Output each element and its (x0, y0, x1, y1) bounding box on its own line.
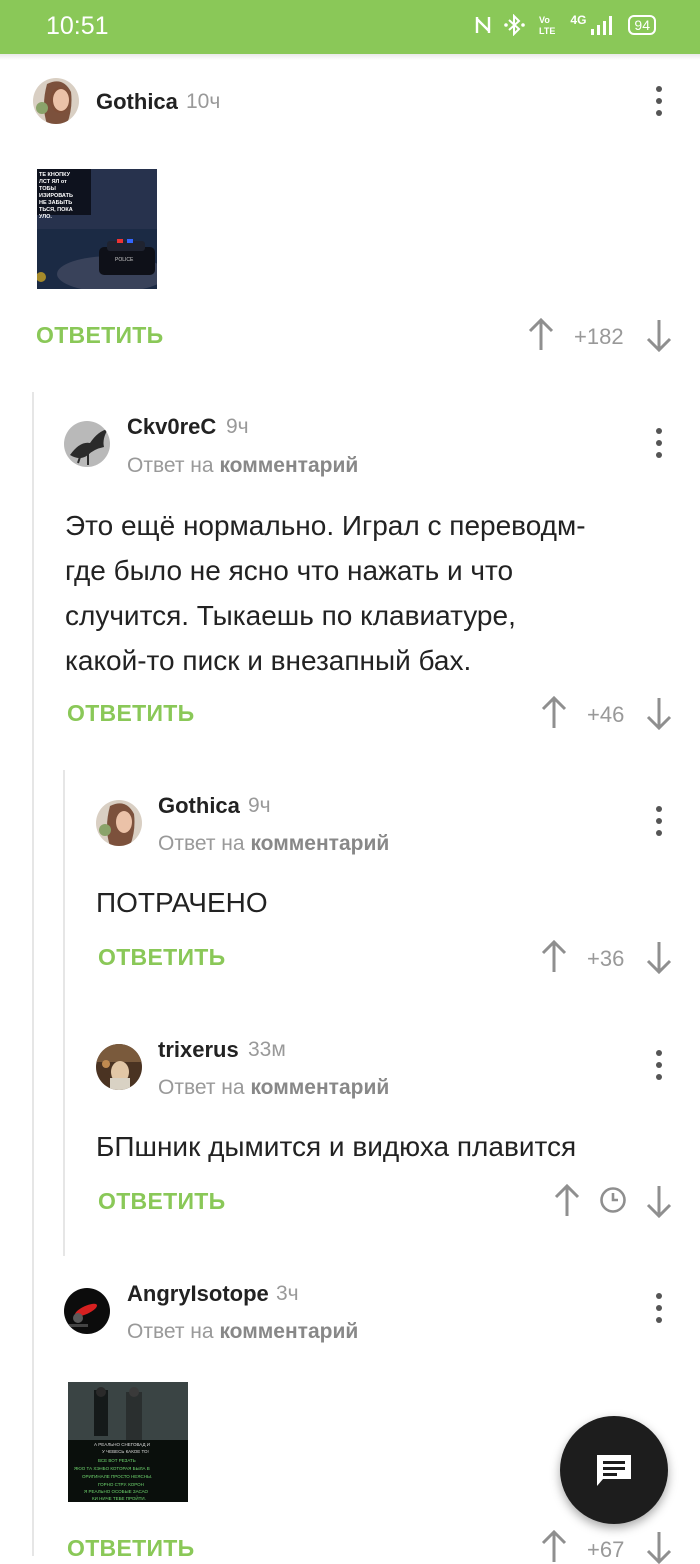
comment-time: 9ч (226, 415, 249, 438)
svg-text:У ЧЕВЕСЬ КАКОЕ ТО!: У ЧЕВЕСЬ КАКОЕ ТО! (102, 1449, 149, 1454)
comment-text-line: где было не ясно что нажать и что (65, 555, 514, 586)
avatar[interactable] (64, 421, 110, 467)
svg-text:LTE: LTE (539, 26, 555, 36)
downvote-arrow-icon[interactable] (645, 318, 673, 352)
avatar[interactable] (33, 78, 79, 124)
comment-icon (597, 1455, 631, 1486)
reply-to-prefix: Ответ на (158, 1076, 245, 1099)
signal-icon (591, 16, 613, 35)
reply-to[interactable]: Ответ на комментарий (127, 1320, 358, 1344)
reply-to-link[interactable]: комментарий (250, 1076, 389, 1099)
svg-text:НЕ ЗАБЫТЬ: НЕ ЗАБЫТЬ (39, 200, 72, 206)
reply-button[interactable]: ОТВЕТИТЬ (67, 1535, 194, 1562)
reply-to-link[interactable]: комментарий (219, 1320, 358, 1343)
comment-image[interactable]: А РЕАЛЬНО СНЕГОВАД И У ЧЕВЕСЬ КАКОЕ ТО! … (68, 1382, 188, 1502)
thread-line (63, 770, 65, 1256)
reply-to-prefix: Ответ на (127, 1320, 214, 1343)
comment-text-line: случится. Тыкаешь по клавиатуре, (65, 600, 516, 631)
downvote-arrow-icon[interactable] (645, 940, 673, 974)
comment-time: 9ч (248, 794, 271, 817)
upvote-arrow-icon[interactable] (527, 318, 555, 352)
reply-to-prefix: Ответ на (127, 454, 214, 477)
clock-icon (600, 1187, 626, 1213)
kebab-menu-icon[interactable] (654, 86, 664, 116)
avatar[interactable] (96, 800, 142, 846)
downvote-arrow-icon[interactable] (645, 696, 673, 730)
svg-text:А РЕАЛЬНО СНЕГОВАД И: А РЕАЛЬНО СНЕГОВАД И (94, 1442, 150, 1447)
upvote-arrow-icon[interactable] (540, 940, 568, 974)
status-icons: Vo LTE 4G 94 (474, 13, 656, 36)
reply-to-prefix: Ответ на (158, 832, 245, 855)
battery-indicator: 94 (628, 15, 656, 35)
reply-to[interactable]: Ответ на комментарий (158, 832, 389, 856)
status-time: 10:51 (46, 12, 109, 40)
svg-text:КИ НИЧЕ ТЕБЕ ПРОЙТИ.: КИ НИЧЕ ТЕБЕ ПРОЙТИ. (92, 1494, 146, 1501)
bluetooth-icon (504, 14, 526, 36)
svg-text:УЛО.: УЛО. (39, 214, 52, 220)
kebab-menu-icon[interactable] (654, 1050, 664, 1080)
downvote-arrow-icon[interactable] (645, 1530, 673, 1564)
svg-text:ЛСТ ЯЛ от: ЛСТ ЯЛ от (39, 179, 67, 185)
svg-text:ИЗИРОВАТЬ: ИЗИРОВАТЬ (39, 193, 73, 199)
reply-to-link[interactable]: комментарий (250, 832, 389, 855)
reply-button[interactable]: ОТВЕТИТЬ (98, 1188, 225, 1215)
network-type: 4G (570, 13, 587, 27)
comment-author[interactable]: Gothica (158, 793, 240, 819)
upvote-arrow-icon[interactable] (553, 1184, 581, 1218)
comment-rating: +46 (587, 702, 625, 727)
add-comment-button[interactable] (560, 1416, 668, 1524)
comment-author[interactable]: Ckv0reC (127, 414, 216, 440)
comment-rating: +182 (574, 324, 624, 349)
comment-image[interactable]: POLICE ТЕ КНОПКУ ЛСТ ЯЛ от ТОБЫ ИЗИРОВАТ… (37, 169, 157, 289)
comment-rating: +36 (587, 946, 625, 971)
svg-text:ЯЮО ТА ХЭНБО КОТОРАЯ БЫЛА В: ЯЮО ТА ХЭНБО КОТОРАЯ БЫЛА В (74, 1466, 150, 1471)
kebab-menu-icon[interactable] (654, 1293, 664, 1323)
volte-icon: VoLTE (539, 15, 555, 36)
kebab-menu-icon[interactable] (654, 806, 664, 836)
reply-button[interactable]: ОТВЕТИТЬ (98, 944, 225, 971)
svg-text:POLICE: POLICE (115, 257, 134, 263)
svg-text:Я РЕАЛЬНО ОСОБЫЕ ЗАСАО: Я РЕАЛЬНО ОСОБЫЕ ЗАСАО (84, 1489, 149, 1494)
svg-text:ВСЕ ВОТ РЕЗАТЬ: ВСЕ ВОТ РЕЗАТЬ (98, 1458, 136, 1463)
upvote-arrow-icon[interactable] (540, 696, 568, 730)
comment-time: 33м (248, 1038, 286, 1061)
comment-text-line: какой-то писк и внезапный бах. (65, 645, 472, 676)
upvote-arrow-icon[interactable] (540, 1530, 568, 1564)
avatar[interactable] (64, 1288, 110, 1334)
avatar[interactable] (96, 1044, 142, 1090)
reply-to[interactable]: Ответ на комментарий (158, 1076, 389, 1100)
svg-text:ТЬСЯ, ПОКА: ТЬСЯ, ПОКА (39, 207, 73, 213)
reply-to[interactable]: Ответ на комментарий (127, 454, 358, 478)
comment-author[interactable]: trixerus (158, 1037, 239, 1063)
comment-text-line: Это ещё нормально. Играл с переводм- (65, 510, 586, 541)
reply-button[interactable]: ОТВЕТИТЬ (36, 322, 163, 349)
svg-text:ТОБЫ: ТОБЫ (39, 186, 56, 192)
comment-text: ПОТРАЧЕНО (96, 887, 268, 918)
comment-time: 3ч (276, 1282, 299, 1305)
comment-author[interactable]: AngryIsotope (127, 1281, 269, 1307)
svg-text:ТЕ КНОПКУ: ТЕ КНОПКУ (39, 172, 71, 178)
downvote-arrow-icon[interactable] (645, 1184, 673, 1218)
header-shadow (0, 54, 700, 60)
thread-line (32, 392, 34, 1556)
comment-author[interactable]: Gothica (96, 89, 178, 115)
reply-button[interactable]: ОТВЕТИТЬ (67, 700, 194, 727)
comment-rating: +67 (587, 1537, 625, 1562)
svg-text:Vo: Vo (539, 15, 550, 25)
comment-text: Это ещё нормально. Играл с переводм- где… (65, 503, 586, 683)
reply-to-link[interactable]: комментарий (219, 454, 358, 477)
status-bar: 10:51 Vo LTE 4G 94 (0, 0, 700, 54)
comment-time: 10ч (186, 90, 221, 113)
nfc-icon (476, 17, 491, 33)
svg-text:ОРИГИНАЛЕ ПРОСТО НЕЯСНЫ.: ОРИГИНАЛЕ ПРОСТО НЕЯСНЫ. (82, 1474, 152, 1479)
comment-text: БПшник дымится и видюха плавится (96, 1131, 577, 1162)
svg-text:ГОРНО СТРУ. КОРОН: ГОРНО СТРУ. КОРОН (98, 1482, 144, 1487)
kebab-menu-icon[interactable] (654, 428, 664, 458)
